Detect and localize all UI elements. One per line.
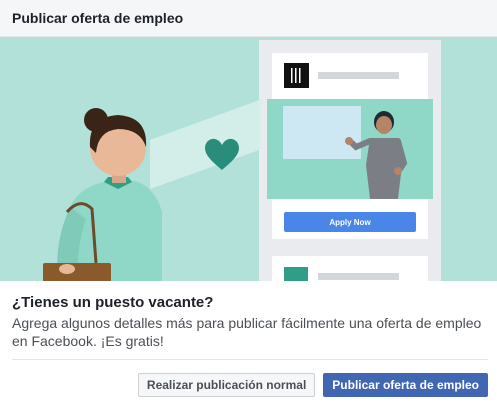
dialog-content: ¿Tienes un puesto vacante? Agrega alguno… [12, 294, 490, 350]
dialog-header: Publicar oferta de empleo [0, 0, 497, 37]
dialog-footer: Realizar publicación normal Publicar ofe… [137, 373, 488, 397]
footer-divider [12, 359, 488, 360]
job-post-dialog: Publicar oferta de empleo Apply Now ¿Tie… [0, 0, 497, 411]
publish-job-button[interactable]: Publicar oferta de empleo [323, 373, 488, 397]
dialog-title: Publicar oferta de empleo [12, 10, 184, 26]
job-illustration: Apply Now [0, 37, 497, 281]
regular-post-button[interactable]: Realizar publicación normal [137, 373, 316, 397]
apply-now-label: Apply Now [329, 218, 371, 227]
description-text: Agrega algunos detalles más para publica… [12, 315, 482, 349]
question-heading: ¿Tienes un puesto vacante? [12, 294, 214, 311]
